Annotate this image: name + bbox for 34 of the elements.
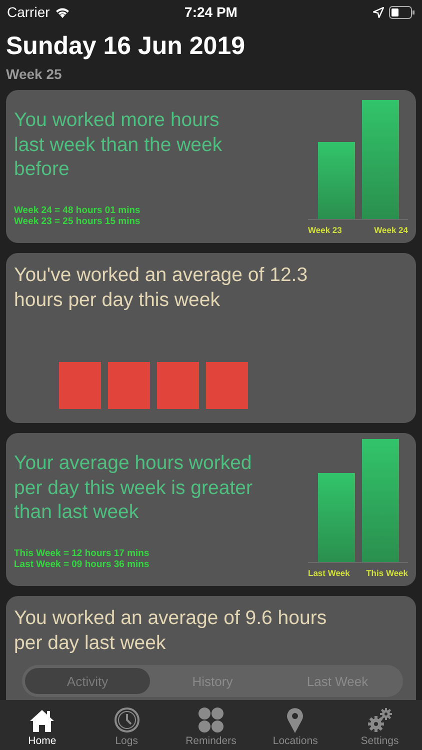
card-title: You've worked an average of 12.3 hours per day this week — [14, 263, 309, 312]
bar-label: Last Week — [308, 568, 350, 578]
clock-time: 7:24 PM — [184, 4, 238, 20]
stat-line: This Week = 12 hours 17 mins — [14, 548, 150, 559]
square-block — [108, 362, 150, 409]
bar-label: Week 24 — [374, 225, 408, 235]
card-title: You worked an average of 9.6 hours per day last week — [14, 606, 328, 655]
gears-icon — [366, 707, 393, 733]
segment-tab[interactable]: Activity — [25, 668, 150, 694]
tab-item[interactable]: Logs — [86, 700, 167, 750]
battery-icon — [389, 6, 415, 18]
tab-item[interactable]: Home — [2, 700, 82, 750]
week-label: Week 25 — [6, 66, 63, 82]
four-dots-icon — [198, 707, 224, 733]
stat-line: Week 23 = 25 hours 15 mins — [14, 216, 142, 227]
house-icon — [29, 709, 56, 733]
stat-line: Week 24 = 48 hours 01 mins — [14, 205, 142, 216]
square-block — [59, 362, 101, 409]
map-pin-icon — [286, 707, 304, 733]
location-arrow-icon — [373, 6, 384, 18]
bar-label: This Week — [366, 568, 408, 578]
date-title: Sunday 16 Jun 2019 — [6, 31, 246, 62]
card-title: You worked more hours last week than the week before — [14, 108, 224, 182]
bar-label: Week 23 — [308, 225, 342, 235]
clock-icon — [114, 707, 140, 733]
wifi-icon — [54, 6, 70, 18]
tab-item[interactable]: Settings — [340, 700, 420, 750]
carrier-label: Carrier — [7, 4, 50, 20]
tab-item[interactable]: Reminders — [170, 700, 251, 750]
tab-item[interactable]: Locations — [255, 700, 336, 750]
square-block — [157, 362, 199, 409]
stat-line: Last Week = 09 hours 36 mins — [14, 559, 150, 570]
square-block — [206, 362, 248, 409]
card-title: Your average hours worked per day this week is greater than last week — [14, 451, 254, 524]
